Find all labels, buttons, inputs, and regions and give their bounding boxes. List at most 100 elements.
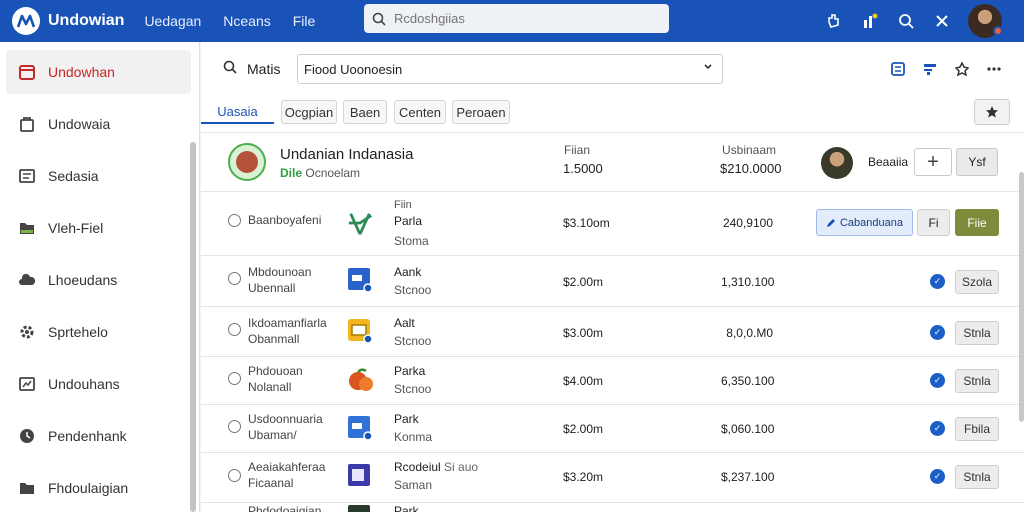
list-icon[interactable] xyxy=(914,56,946,82)
row-amount: 1,310.100 xyxy=(721,275,775,289)
folder-icon xyxy=(20,223,34,234)
app-logo-icon[interactable] xyxy=(12,7,40,35)
summary-tag: Dile xyxy=(280,166,303,180)
sidebar-item-4[interactable]: Lhoeudans xyxy=(6,258,191,302)
row-status: Stcnoo xyxy=(394,283,432,297)
toolbar: Matis Fiood Uoonoesin xyxy=(201,42,1024,94)
row-name: Phdouoan xyxy=(248,364,303,378)
document-icon xyxy=(19,169,35,183)
sidebar-item-2[interactable]: Sedasia xyxy=(6,154,191,198)
row-subname: Ubaman/ xyxy=(248,428,297,442)
row-radio[interactable] xyxy=(228,272,241,285)
row-name: Phdodoaigian xyxy=(248,504,322,512)
top-search-input[interactable] xyxy=(394,11,654,26)
top-nav-item[interactable]: File xyxy=(293,13,316,29)
main-scrollbar[interactable] xyxy=(1019,172,1024,422)
top-nav: Uedagan Nceans File xyxy=(144,13,337,29)
sidebar-item-6[interactable]: Undouhans xyxy=(6,362,191,406)
add-button[interactable]: + xyxy=(914,148,952,176)
layout-icon[interactable] xyxy=(882,56,914,82)
row-radio[interactable] xyxy=(228,372,241,385)
sidebar-item-0[interactable]: Undowhan xyxy=(6,50,191,94)
row-action-button[interactable]: Stnla xyxy=(955,369,999,393)
row-secondary-button[interactable]: Fi xyxy=(917,209,950,236)
filter-select-value: Fiood Uoonoesin xyxy=(304,61,403,77)
pin-icon[interactable] xyxy=(946,56,978,82)
row-action-button[interactable]: Stnla xyxy=(955,465,999,489)
row-type: Aank xyxy=(394,265,422,279)
row-type: Parka xyxy=(394,364,426,378)
table-row[interactable]: Mbdounoan Ubennall Aank Stcnoo $2.00m 1,… xyxy=(201,256,1024,307)
row-action-button[interactable]: Fbila xyxy=(955,417,999,441)
summary-subtext: Ocnoelam xyxy=(305,166,361,180)
filter-select[interactable]: Fiood Uoonoesin xyxy=(297,54,723,84)
blue-app-icon xyxy=(348,268,373,293)
plus-icon: + xyxy=(927,150,939,173)
tab-2[interactable]: Baen xyxy=(343,100,387,124)
row-amount: 8,0,0.M0 xyxy=(726,326,773,340)
tab-3[interactable]: Centen xyxy=(394,100,446,124)
sidebar-item-1[interactable]: Undowaia xyxy=(6,102,191,146)
sidebar-item-label: Undowhan xyxy=(48,64,115,80)
row-subname: Ficaanal xyxy=(248,476,294,490)
row-action-button[interactable]: Stnla xyxy=(955,321,999,345)
row-type-extra: Si auo xyxy=(444,460,479,474)
row-name: Usdoonnuaria xyxy=(248,412,323,426)
row-radio[interactable] xyxy=(228,323,241,336)
tab-bar: Uasaia Ocgpian Baen Centen Peroaen xyxy=(201,94,1024,132)
row-radio[interactable] xyxy=(228,214,241,227)
sidebar-item-5[interactable]: Sprtehelo xyxy=(6,310,191,354)
table-row[interactable]: Phdouoan Nolanall Parka Stcnoo $4.00m 6,… xyxy=(201,357,1024,405)
row-action-button[interactable]: Szola xyxy=(955,270,999,294)
row-type-name: Rcodeiul xyxy=(394,460,441,474)
tab-1[interactable]: Ocgpian xyxy=(281,100,337,124)
table-row[interactable]: Ikdoamanfiarla Obanmall Aalt Stcnoo $3.0… xyxy=(201,307,1024,357)
chevron-down-icon xyxy=(704,64,712,70)
top-nav-item[interactable]: Uedagan xyxy=(144,13,201,29)
row-primary-button[interactable]: Cabanduana xyxy=(816,209,913,236)
table-row[interactable]: Baanboyafeni Fiin Parla Stoma $3.10om 24… xyxy=(201,192,1024,256)
file-icon xyxy=(20,483,34,494)
purple-app-icon xyxy=(348,464,370,486)
row-radio[interactable] xyxy=(228,420,241,433)
row-price: $2.00m xyxy=(563,422,604,436)
row-primary-button-label: Cabanduana xyxy=(839,216,903,229)
sidebar-item-label: Lhoeudans xyxy=(48,272,118,288)
table-row[interactable]: Aeaiakahferaa Ficaanal Rcodeiul Si auo S… xyxy=(201,453,1024,503)
check-icon: ✓ xyxy=(930,469,945,484)
owner-avatar[interactable] xyxy=(821,147,853,179)
summary-row[interactable]: Undanian Indanasia Dile Ocnoelam Fiian 1… xyxy=(201,132,1024,192)
check-icon: ✓ xyxy=(930,373,945,388)
more-icon[interactable] xyxy=(978,56,1010,82)
tab-0[interactable]: Uasaia xyxy=(201,100,274,124)
table-row[interactable]: Phdodoaigian Park xyxy=(201,503,1024,512)
tools-icon[interactable] xyxy=(924,0,960,42)
top-nav-item[interactable]: Nceans xyxy=(223,13,270,29)
summary-col1-value: 1.5000 xyxy=(563,161,603,176)
summary-subtitle: Dile Ocnoelam xyxy=(280,166,360,180)
gesture-icon[interactable] xyxy=(816,0,852,42)
sidebar-item-3[interactable]: Vleh-Fiel xyxy=(6,206,191,250)
user-avatar[interactable] xyxy=(968,4,1003,38)
stats-icon[interactable] xyxy=(852,0,888,42)
sidebar-item-label: Vleh-Fiel xyxy=(48,220,104,236)
favorite-button[interactable] xyxy=(974,99,1010,125)
filter-label: Matis xyxy=(247,61,281,77)
dark-app-icon xyxy=(348,505,370,512)
row-price: $3.00m xyxy=(563,326,604,340)
row-radio[interactable] xyxy=(228,469,241,482)
row-name: Aeaiakahferaa xyxy=(248,460,326,474)
row-type: Aalt xyxy=(394,316,415,330)
row-file-button[interactable]: Fiie xyxy=(955,209,999,236)
search-icon[interactable] xyxy=(888,0,924,42)
sidebar-scrollbar[interactable] xyxy=(190,142,196,512)
summary-action-button[interactable]: Ysf xyxy=(956,148,998,176)
sidebar-item-label: Fhdoulaigian xyxy=(48,480,129,496)
sidebar-item-8[interactable]: Fhdoulaigian xyxy=(6,466,191,510)
row-amount: 6,350.100 xyxy=(721,374,775,388)
table-row[interactable]: Usdoonnuaria Ubaman/ Park Konma $2.00m $… xyxy=(201,405,1024,453)
calendar-icon xyxy=(19,65,35,80)
tab-4[interactable]: Peroaen xyxy=(452,100,510,124)
sidebar-item-7[interactable]: Pendenhank xyxy=(6,414,191,458)
top-search-box[interactable] xyxy=(364,4,669,33)
